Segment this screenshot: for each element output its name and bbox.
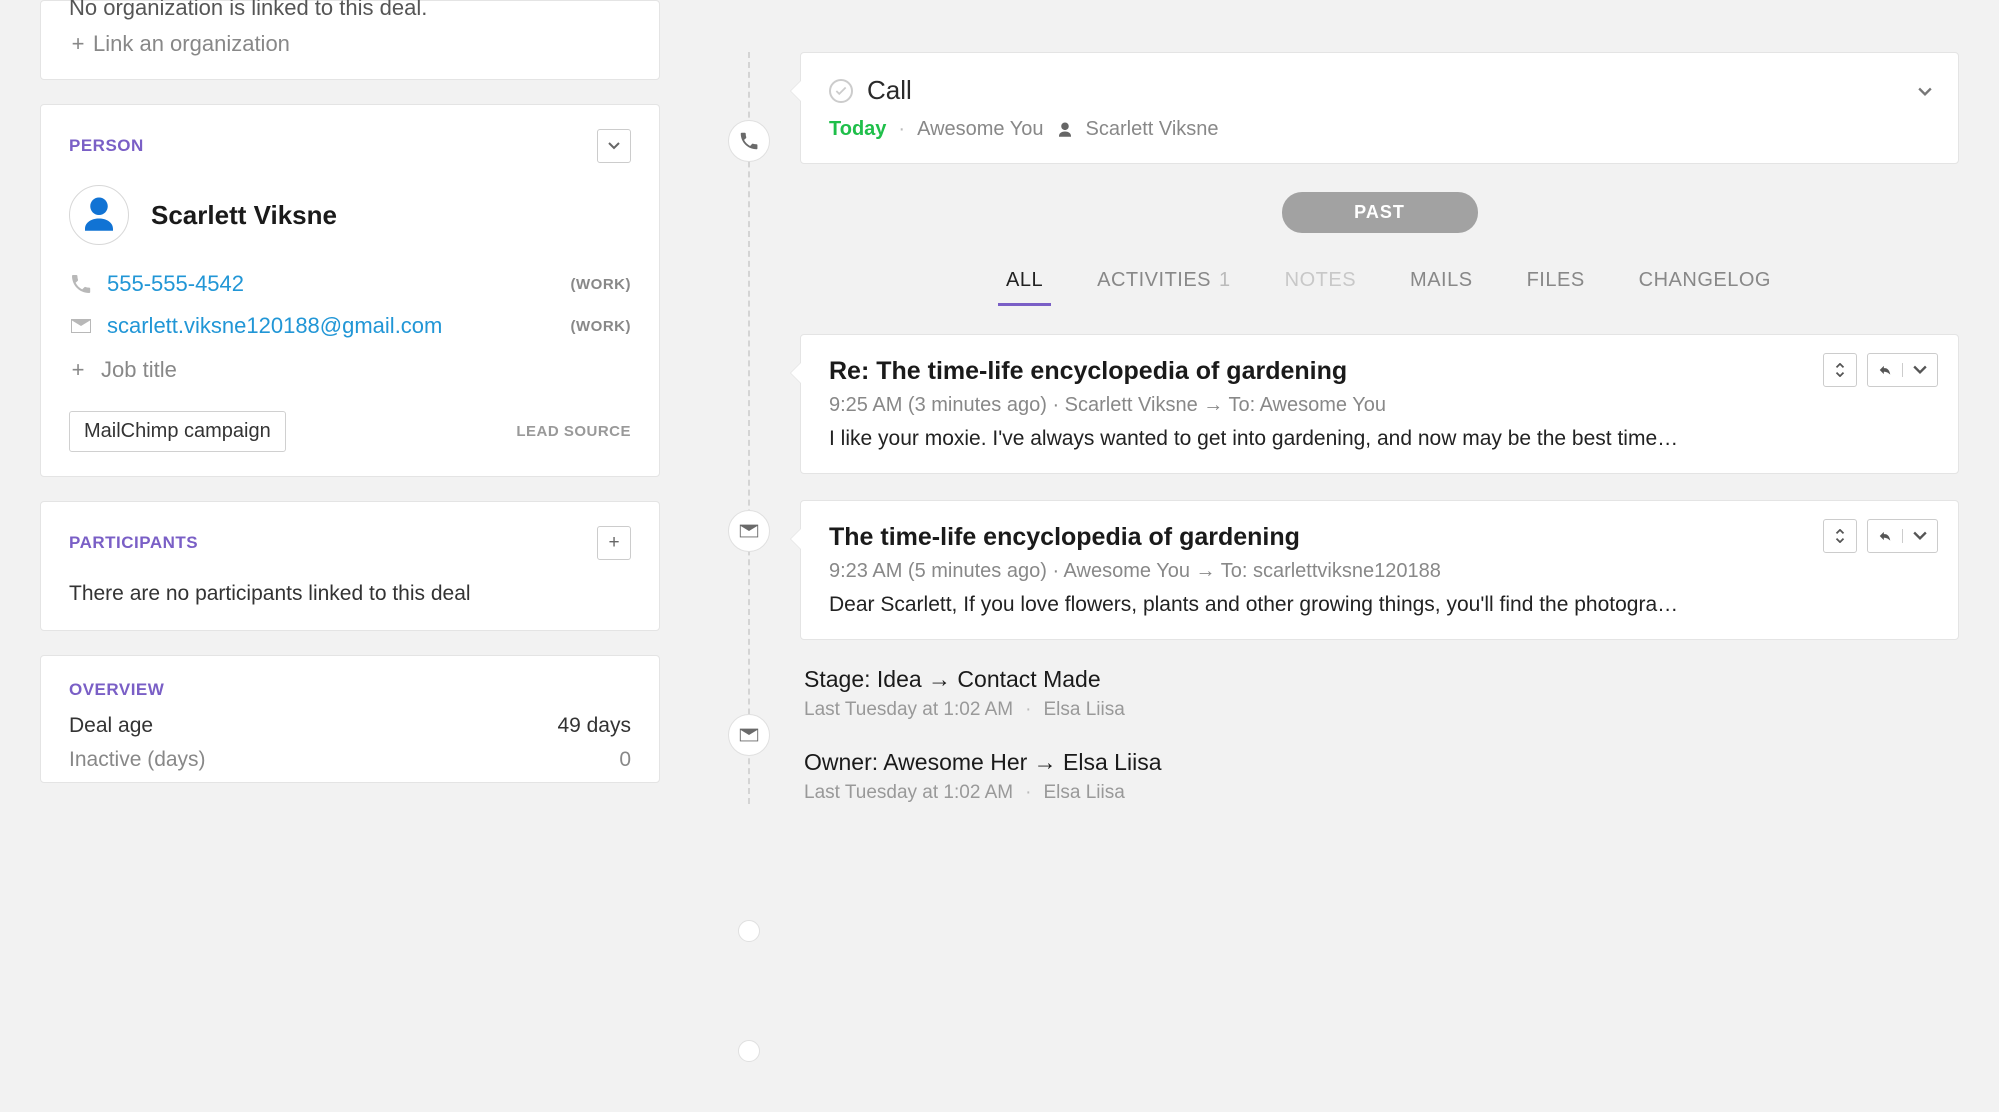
link-organization-button[interactable]: + Link an organization [69, 31, 631, 57]
add-participant-button[interactable]: + [597, 526, 631, 560]
timeline-node-change [738, 1040, 760, 1062]
chevron-down-icon [1913, 529, 1927, 543]
tab-mails[interactable]: MAILS [1410, 269, 1473, 304]
mail-expand-button[interactable] [1823, 353, 1857, 387]
overview-value: 0 [619, 748, 631, 772]
check-icon [834, 84, 848, 98]
job-title-placeholder: Job title [101, 357, 177, 383]
lead-source-tag[interactable]: MailChimp campaign [69, 411, 286, 452]
timeline-node-mail [728, 714, 770, 756]
mail-expand-button[interactable] [1823, 519, 1857, 553]
mail-meta: 9:23 AM (5 minutes ago) · Awesome You → … [829, 560, 1930, 583]
activity-done-toggle[interactable] [829, 79, 853, 103]
tab-changelog[interactable]: CHANGELOG [1639, 269, 1771, 304]
plus-icon: + [69, 31, 87, 57]
participants-card: PARTICIPANTS + There are no participants… [40, 501, 660, 631]
chevron-down-icon [608, 142, 620, 150]
changelog-title: Stage: Idea → Contact Made [804, 666, 1959, 693]
mail-icon [738, 520, 760, 542]
add-job-title-button[interactable]: + Job title [69, 357, 631, 383]
changelog-time: Last Tuesday at 1:02 AM [804, 782, 1013, 804]
timeline-node-change [738, 920, 760, 942]
tab-all[interactable]: ALL [1006, 269, 1043, 304]
changelog-entry: Owner: Awesome Her → Elsa Liisa Last Tue… [800, 749, 1959, 804]
timeline-line [748, 52, 750, 804]
overview-section-title: OVERVIEW [69, 680, 164, 700]
separator-dot: · [1025, 782, 1031, 804]
lead-source-label: LEAD SOURCE [516, 423, 631, 440]
overview-value: 49 days [557, 714, 631, 738]
timeline-tabs: ALL ACTIVITIES1 NOTES MAILS FILES CHANGE… [818, 269, 1959, 304]
phone-icon [738, 130, 760, 152]
overview-label: Inactive (days) [69, 748, 206, 772]
mail-preview: I like your moxie. I've always wanted to… [829, 427, 1930, 451]
changelog-time: Last Tuesday at 1:02 AM [804, 699, 1013, 721]
overview-row: Deal age 49 days [69, 714, 631, 738]
past-separator: PAST [1282, 192, 1478, 233]
email-link[interactable]: scarlett.viksne120188@gmail.com [107, 313, 557, 339]
avatar [69, 185, 129, 245]
mail-preview: Dear Scarlett, If you love flowers, plan… [829, 593, 1930, 617]
person-card: PERSON Scarlett Viksne 555-555-4542 (WOR… [40, 104, 660, 477]
organization-empty-text: No organization is linked to this deal. [69, 0, 631, 21]
person-section-title: PERSON [69, 136, 144, 156]
person-name[interactable]: Scarlett Viksne [151, 200, 337, 231]
separator-dot: · [1025, 699, 1031, 721]
mail-reply-button[interactable] [1867, 353, 1938, 387]
activity-date: Today [829, 118, 886, 141]
phone-icon [69, 272, 93, 296]
mail-meta: 9:25 AM (3 minutes ago) · Scarlett Viksn… [829, 394, 1930, 417]
organization-card: No organization is linked to this deal. … [40, 0, 660, 80]
changelog-actor: Elsa Liisa [1043, 782, 1124, 804]
mail-icon [738, 724, 760, 746]
activity-expand-button[interactable] [1918, 81, 1932, 103]
participants-section-title: PARTICIPANTS [69, 533, 198, 553]
changelog-title: Owner: Awesome Her → Elsa Liisa [804, 749, 1959, 776]
chevron-down-icon [1918, 87, 1932, 97]
person-collapse-button[interactable] [597, 129, 631, 163]
updown-icon [1833, 363, 1847, 377]
person-icon [78, 194, 120, 236]
mail-card[interactable]: Re: The time-life encyclopedia of garden… [800, 334, 1959, 474]
overview-card: OVERVIEW Deal age 49 days Inactive (days… [40, 655, 660, 783]
timeline-node-call [728, 120, 770, 162]
reply-icon [1878, 529, 1892, 543]
participants-empty-text: There are no participants linked to this… [69, 582, 631, 606]
activity-title: Call [867, 75, 1930, 106]
mail-subject: Re: The time-life encyclopedia of garden… [829, 357, 1930, 386]
activity-card-call[interactable]: Call Today · Awesome You Scarlett Viksne [800, 52, 1959, 164]
mail-icon [69, 314, 93, 338]
phone-link[interactable]: 555-555-4542 [107, 271, 557, 297]
mail-card[interactable]: The time-life encyclopedia of gardening … [800, 500, 1959, 640]
email-label: (WORK) [571, 318, 631, 335]
tab-files[interactable]: FILES [1527, 269, 1585, 304]
mail-subject: The time-life encyclopedia of gardening [829, 523, 1930, 552]
activity-owner: Awesome You [917, 118, 1043, 141]
overview-row: Inactive (days) 0 [69, 748, 631, 772]
separator-dot: · [898, 118, 905, 141]
phone-label: (WORK) [571, 276, 631, 293]
chevron-down-icon [1913, 363, 1927, 377]
mail-reply-button[interactable] [1867, 519, 1938, 553]
link-organization-label: Link an organization [93, 31, 290, 57]
changelog-entry: Stage: Idea → Contact Made Last Tuesday … [800, 666, 1959, 721]
changelog-actor: Elsa Liisa [1043, 699, 1124, 721]
timeline-node-mail [728, 510, 770, 552]
activity-contact: Scarlett Viksne [1086, 118, 1219, 141]
reply-icon [1878, 363, 1892, 377]
plus-icon: + [69, 357, 87, 383]
updown-icon [1833, 529, 1847, 543]
tab-activities[interactable]: ACTIVITIES1 [1097, 269, 1231, 304]
tab-notes[interactable]: NOTES [1285, 269, 1356, 304]
overview-label: Deal age [69, 714, 153, 738]
person-icon [1056, 121, 1074, 139]
